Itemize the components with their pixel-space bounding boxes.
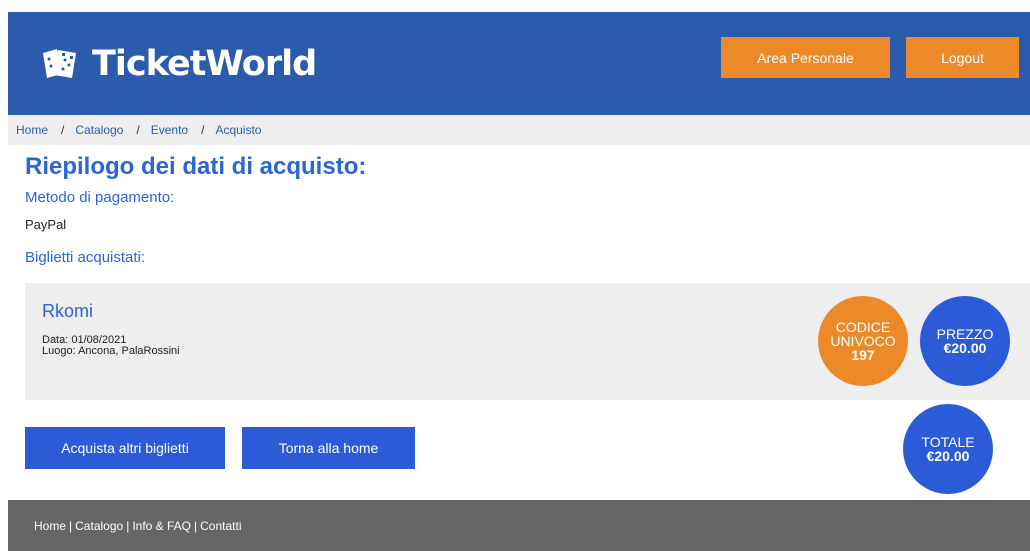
breadcrumb-separator: / (61, 123, 65, 137)
logo-text: TicketWorld (92, 44, 317, 84)
ticket-card: Rkomi Data: 01/08/2021 Luogo: Ancona, Pa… (25, 283, 1030, 400)
footer-link-home[interactable]: Home (34, 519, 66, 533)
breadcrumb-separator: / (201, 123, 205, 137)
unique-code-value: 197 (851, 347, 875, 363)
footer-separator: | (194, 518, 198, 533)
breadcrumb-home[interactable]: Home (16, 123, 48, 137)
unique-code-badge: CODICE UNIVOCO 197 (818, 296, 908, 386)
footer-separator: | (69, 518, 73, 533)
footer-separator: | (126, 518, 130, 533)
breadcrumb-separator: / (136, 123, 140, 137)
payment-method-value: PayPal (25, 217, 67, 232)
page: TicketWorld Area Personale Logout Home /… (8, 12, 1030, 551)
tickets-icon (40, 44, 80, 84)
total-badge: TOTALE €20.00 (903, 404, 993, 494)
price-label: PREZZO (936, 326, 994, 342)
footer-link-contatti[interactable]: Contatti (200, 519, 241, 533)
breadcrumb-evento[interactable]: Evento (151, 123, 188, 137)
logout-button[interactable]: Logout (906, 37, 1019, 78)
price-value: €20.00 (943, 340, 987, 356)
purchased-tickets-label: Biglietti acquistati: (25, 249, 146, 266)
breadcrumb: Home / Catalogo / Evento / Acquisto (8, 115, 1030, 145)
back-home-button[interactable]: Torna alla home (242, 427, 415, 469)
unique-code-label-2: UNIVOCO (830, 333, 896, 349)
buy-more-tickets-button[interactable]: Acquista altri biglietti (25, 427, 225, 469)
breadcrumb-catalogo[interactable]: Catalogo (75, 123, 123, 137)
area-personale-button[interactable]: Area Personale (721, 37, 890, 78)
price-badge: PREZZO €20.00 (920, 296, 1010, 386)
header: TicketWorld Area Personale Logout (8, 12, 1030, 115)
unique-code-label-1: CODICE (835, 319, 891, 335)
logo[interactable]: TicketWorld (40, 38, 317, 90)
ticket-event-name: Rkomi (42, 301, 94, 321)
total-label: TOTALE (921, 434, 975, 450)
footer-link-catalogo[interactable]: Catalogo (75, 519, 123, 533)
payment-method-label: Metodo di pagamento: (25, 189, 175, 206)
breadcrumb-acquisto[interactable]: Acquisto (215, 123, 261, 137)
footer: Home | Catalogo | Info & FAQ | Contatti (8, 500, 1030, 551)
total-value: €20.00 (926, 448, 970, 464)
page-title: Riepilogo dei dati di acquisto: (25, 153, 367, 180)
footer-link-info-faq[interactable]: Info & FAQ (132, 519, 191, 533)
ticket-place: Luogo: Ancona, PalaRossini (42, 345, 180, 357)
